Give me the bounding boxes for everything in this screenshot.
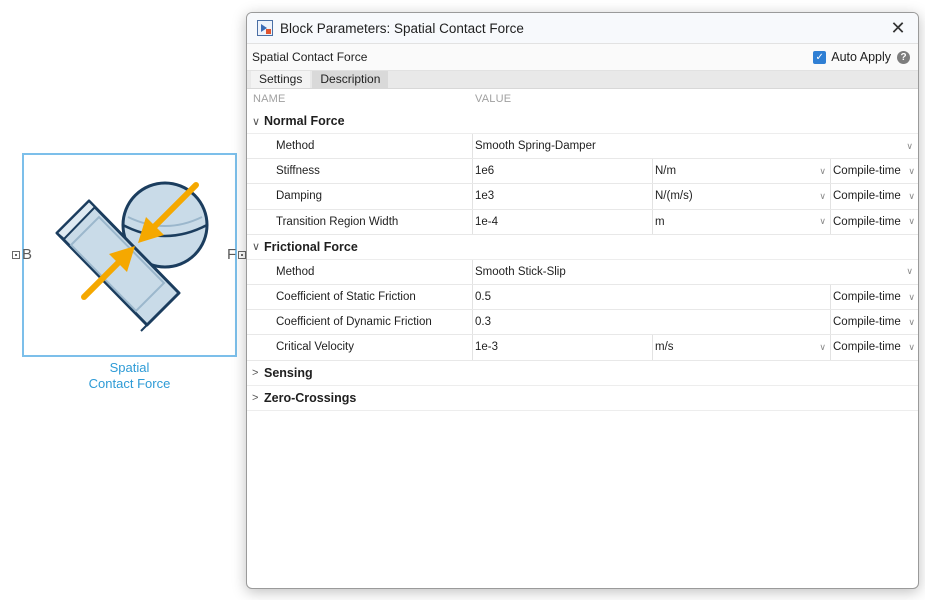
damping-input[interactable]: 1e3 (472, 184, 652, 209)
tab-description[interactable]: Description (312, 71, 389, 88)
param-row-critical-velocity: Critical Velocity 1e-3 m/s ∨ Compile-tim… (247, 335, 918, 361)
transition-width-config-select[interactable]: Compile-time ∨ (830, 209, 918, 234)
port-f-label: F (227, 246, 237, 263)
dropdown-arrow-icon: ∨ (819, 190, 826, 201)
param-row-normal-method: Method Smooth Spring-Damper ∨ (247, 134, 918, 160)
block-caption-line2: Contact Force (88, 376, 171, 391)
transition-width-input[interactable]: 1e-4 (472, 209, 652, 234)
auto-apply-checkbox[interactable]: ✓ (813, 50, 827, 64)
section-label: Zero-Crossings (264, 390, 357, 405)
config-value: Compile-time (833, 190, 901, 203)
dialog-title: Block Parameters: Spatial Contact Force (280, 20, 524, 36)
block-caption[interactable]: Spatial Contact Force (22, 360, 237, 392)
port-f[interactable]: F (227, 246, 247, 263)
chevron-down-icon: ∨ (252, 241, 261, 254)
port-b-marker (12, 250, 20, 259)
critical-velocity-input[interactable]: 1e-3 (472, 335, 652, 360)
param-row-dynamic-friction: Coefficient of Dynamic Friction 0.3 Comp… (247, 310, 918, 336)
param-row-transition-width: Transition Region Width 1e-4 m ∨ Compile… (247, 209, 918, 235)
critical-velocity-config-select[interactable]: Compile-time ∨ (830, 335, 918, 360)
dropdown-arrow-icon: ∨ (908, 341, 915, 352)
param-name: Stiffness (276, 165, 320, 178)
column-header-value: VALUE (475, 93, 512, 105)
spatial-contact-force-block[interactable] (22, 153, 237, 357)
dropdown-arrow-icon: ∨ (908, 190, 915, 201)
chevron-right-icon: > (252, 391, 259, 404)
config-value: Compile-time (833, 215, 901, 228)
section-sensing[interactable]: > Sensing (247, 361, 918, 386)
static-friction-config-select[interactable]: Compile-time ∨ (830, 284, 918, 310)
auto-apply-label: Auto Apply (831, 50, 891, 64)
auto-apply-toggle[interactable]: ✓ Auto Apply (813, 50, 891, 64)
port-b-label: B (22, 246, 33, 263)
transition-width-unit-select[interactable]: m ∨ (652, 209, 830, 234)
section-zero-crossings[interactable]: > Zero-Crossings (247, 386, 918, 411)
dialog-titlebar[interactable]: Block Parameters: Spatial Contact Force … (247, 13, 918, 43)
section-label: Frictional Force (264, 239, 358, 254)
tab-settings[interactable]: Settings (251, 71, 311, 88)
block-parameters-dialog: Block Parameters: Spatial Contact Force … (246, 12, 919, 589)
unit-value: N/(m/s) (655, 190, 693, 203)
param-name: Method (276, 140, 315, 153)
dynamic-friction-input[interactable]: 0.3 (472, 310, 830, 335)
critical-velocity-unit-select[interactable]: m/s ∨ (652, 335, 830, 360)
static-friction-input[interactable]: 0.5 (472, 284, 830, 310)
contact-force-block-icon (55, 181, 209, 332)
param-name: Transition Region Width (276, 215, 399, 228)
unit-value: m/s (655, 341, 674, 354)
port-f-marker (238, 250, 247, 259)
param-name: Method (276, 265, 315, 278)
param-value: Smooth Stick-Slip (475, 265, 566, 278)
dropdown-arrow-icon: ∨ (906, 140, 913, 151)
close-button[interactable]: ✕ (878, 13, 918, 43)
dropdown-arrow-icon: ∨ (819, 165, 826, 176)
dropdown-arrow-icon: ∨ (906, 266, 913, 277)
config-value: Compile-time (833, 291, 901, 304)
column-header-name: NAME (253, 93, 286, 105)
section-frictional-force[interactable]: ∨ Frictional Force (247, 235, 918, 260)
stiffness-unit-select[interactable]: N/m ∨ (652, 159, 830, 184)
tab-strip: Settings Description (247, 71, 918, 89)
dropdown-arrow-icon: ∨ (819, 341, 826, 352)
dropdown-arrow-icon: ∨ (908, 165, 915, 176)
chevron-right-icon: > (252, 366, 259, 379)
stiffness-config-select[interactable]: Compile-time ∨ (830, 159, 918, 184)
unit-value: N/m (655, 165, 677, 178)
param-name: Coefficient of Static Friction (276, 291, 416, 304)
config-value: Compile-time (833, 165, 901, 178)
param-row-stiffness: Stiffness 1e6 N/m ∨ Compile-time ∨ (247, 159, 918, 185)
section-label: Sensing (264, 365, 313, 380)
block-name-label: Spatial Contact Force (252, 50, 368, 64)
dropdown-arrow-icon: ∨ (908, 316, 915, 327)
dropdown-arrow-icon: ∨ (819, 216, 826, 227)
section-label: Normal Force (264, 114, 345, 128)
config-value: Compile-time (833, 316, 901, 329)
normal-method-select[interactable]: Smooth Spring-Damper ∨ (472, 134, 918, 159)
simulink-app-icon (257, 20, 273, 36)
stiffness-input[interactable]: 1e6 (472, 159, 652, 184)
param-value: Smooth Spring-Damper (475, 140, 596, 153)
param-name: Damping (276, 190, 323, 203)
param-row-damping: Damping 1e3 N/(m/s) ∨ Compile-time ∨ (247, 184, 918, 210)
param-row-friction-method: Method Smooth Stick-Slip ∨ (247, 259, 918, 285)
help-icon[interactable]: ? (897, 50, 910, 64)
param-row-static-friction: Coefficient of Static Friction 0.5 Compi… (247, 284, 918, 311)
section-normal-force[interactable]: ∨ Normal Force (247, 109, 918, 134)
damping-unit-select[interactable]: N/(m/s) ∨ (652, 184, 830, 209)
config-value: Compile-time (833, 341, 901, 354)
param-name: Coefficient of Dynamic Friction (276, 316, 432, 329)
port-b[interactable]: B (12, 246, 32, 263)
column-headers: NAME VALUE (247, 89, 918, 109)
dynamic-friction-config-select[interactable]: Compile-time ∨ (830, 310, 918, 335)
param-name: Critical Velocity (276, 341, 354, 354)
friction-method-select[interactable]: Smooth Stick-Slip ∨ (472, 259, 918, 284)
dropdown-arrow-icon: ∨ (908, 216, 915, 227)
damping-config-select[interactable]: Compile-time ∨ (830, 184, 918, 209)
dialog-header: Spatial Contact Force ✓ Auto Apply ? (247, 43, 918, 71)
block-caption-line1: Spatial (109, 360, 150, 375)
chevron-down-icon: ∨ (252, 115, 261, 128)
dropdown-arrow-icon: ∨ (908, 291, 915, 302)
unit-value: m (655, 215, 665, 228)
